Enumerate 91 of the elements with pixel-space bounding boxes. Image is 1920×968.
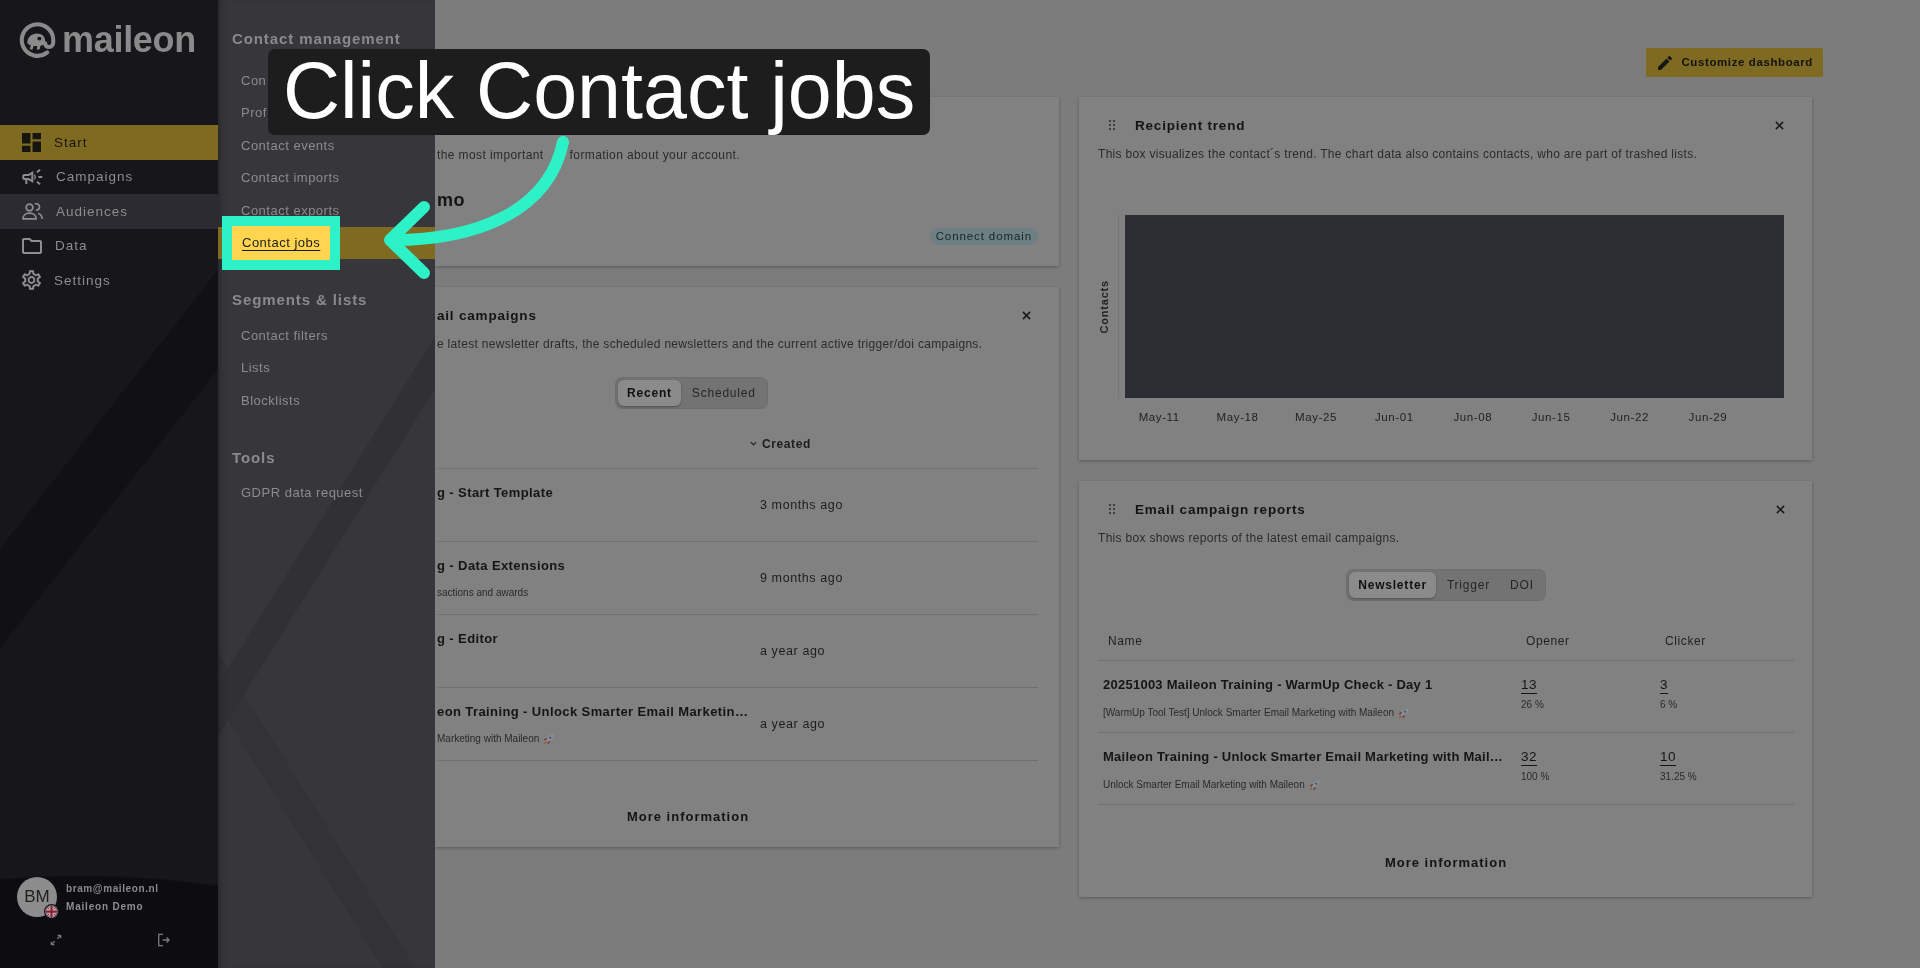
close-icon[interactable] bbox=[1776, 504, 1785, 514]
created-date: 3 months ago bbox=[760, 498, 843, 512]
segment-tab[interactable]: Newsletter bbox=[1349, 572, 1436, 598]
submenu-item[interactable]: Contact exports bbox=[241, 202, 340, 218]
description-text: the most important bbox=[437, 147, 544, 163]
column-header: Name bbox=[1107, 633, 1143, 648]
submenu-item[interactable]: Prof bbox=[241, 105, 267, 121]
opener-rate: 26 % bbox=[1521, 699, 1544, 710]
axis-tick-label: May-11 bbox=[1138, 411, 1180, 423]
more-information-link[interactable]: More information bbox=[626, 808, 750, 826]
created-date: 9 months ago bbox=[760, 571, 843, 585]
nav-item[interactable]: Data bbox=[0, 228, 218, 263]
connect-domain-button[interactable]: Connect domain bbox=[929, 228, 1038, 245]
customize-dashboard-button[interactable]: Customize dashboard bbox=[1646, 48, 1823, 77]
clicker-count-link[interactable]: 10 bbox=[1660, 748, 1677, 766]
submenu-item[interactable]: Lists bbox=[241, 360, 271, 376]
campaign-subject: Unlock Smarter Email Marketing with Maileon bbox=[1103, 779, 1305, 791]
submenu-item[interactable]: Contact imports bbox=[241, 170, 340, 186]
submenu-item[interactable]: Contact jobs bbox=[232, 225, 331, 260]
avatar: BM bbox=[17, 877, 57, 917]
nav-item[interactable]: Campaigns bbox=[0, 159, 218, 194]
campaign-name: g - Data Extensions bbox=[437, 557, 567, 575]
megaphone-icon bbox=[22, 168, 43, 185]
axis-tick-label: May-25 bbox=[1295, 411, 1337, 423]
section-heading: Contact management bbox=[231, 31, 402, 47]
submenu-item[interactable]: GDPR data request bbox=[241, 485, 363, 501]
logout-icon[interactable] bbox=[157, 933, 170, 947]
nav-item[interactable]: Audiences bbox=[0, 194, 218, 229]
column-header: Clicker bbox=[1664, 633, 1706, 648]
settings-icon bbox=[22, 270, 41, 291]
user-email: bram@maileon.nl bbox=[66, 882, 159, 894]
submenu-item[interactable]: Contact filters bbox=[241, 327, 328, 343]
card-title: Recipient trend bbox=[1135, 117, 1246, 133]
axis-tick-label: Jun-29 bbox=[1688, 411, 1728, 423]
campaign-name: Maileon Training - Unlock Smarter Email Marketing with Mail… bbox=[1103, 748, 1505, 766]
clicker-count-link[interactable]: 3 bbox=[1660, 676, 1668, 694]
campaign-subject: [WarmUp Tool Test] Unlock Smarter Email Marketing with Maileon bbox=[1103, 707, 1395, 719]
campaign-name: g - Editor bbox=[437, 630, 500, 648]
instruction-callout: Click Contact jobs bbox=[268, 49, 931, 135]
account-title: mo bbox=[437, 189, 465, 211]
section-heading: Segments & lists bbox=[231, 292, 369, 308]
segment-tab[interactable]: DOI bbox=[1501, 572, 1543, 598]
column-header: Opener bbox=[1525, 633, 1570, 648]
more-information-link[interactable]: More information bbox=[1384, 854, 1508, 872]
close-icon[interactable] bbox=[1775, 120, 1784, 130]
drag-handle-icon[interactable] bbox=[1109, 504, 1115, 514]
card-title: ail campaigns bbox=[437, 307, 537, 323]
card-title: Email campaign reports bbox=[1135, 501, 1306, 517]
submenu-item[interactable]: Contact events bbox=[241, 137, 335, 153]
axis-tick-label: Jun-08 bbox=[1453, 411, 1493, 423]
card-description: e latest newsletter drafts, the scheduled newsletters and the current active trigger/doi campaigns. bbox=[437, 336, 984, 352]
flag-icon bbox=[44, 904, 59, 919]
clicker-rate: 31.25 % bbox=[1660, 771, 1697, 782]
card-description: This box shows reports of the latest email campaigns. bbox=[1098, 530, 1401, 546]
campaign-name: g - Start Template bbox=[437, 484, 555, 502]
clicker-rate: 6 % bbox=[1660, 699, 1678, 710]
nav-item[interactable]: Settings bbox=[0, 263, 218, 298]
segment-tab[interactable]: Scheduled bbox=[682, 380, 765, 406]
description-text: formation about your account. bbox=[569, 147, 740, 163]
card-description: This box visualizes the contact´s trend. The chart data also contains contacts, who are part of trashed lists. bbox=[1098, 146, 1699, 162]
column-header: Created bbox=[762, 436, 811, 451]
axis-tick-label: May-18 bbox=[1216, 411, 1259, 423]
created-date: a year ago bbox=[760, 717, 826, 731]
people-icon bbox=[22, 202, 43, 220]
campaign-subject: sactions and awards bbox=[437, 587, 529, 599]
axis-tick-label: Jun-22 bbox=[1610, 411, 1649, 423]
folder-icon bbox=[22, 237, 42, 254]
account-name: Maileon Demo bbox=[66, 900, 145, 912]
campaign-name: eon Training - Unlock Smarter Email Marketin… bbox=[437, 703, 750, 721]
submenu-item[interactable]: Con bbox=[241, 72, 267, 88]
segment-tab[interactable]: Recent bbox=[618, 380, 681, 406]
axis-label: Contacts bbox=[1098, 279, 1110, 334]
created-date: a year ago bbox=[760, 644, 826, 658]
logo-icon bbox=[19, 21, 56, 58]
axis-tick-label: Jun-15 bbox=[1531, 411, 1571, 423]
close-icon[interactable] bbox=[1022, 310, 1031, 320]
axis-tick-label: Jun-01 bbox=[1375, 411, 1414, 423]
logo-text: maileon bbox=[62, 21, 196, 58]
segment-tab[interactable]: Trigger bbox=[1437, 572, 1500, 598]
opener-count-link[interactable]: 13 bbox=[1521, 676, 1538, 694]
pencil-icon bbox=[1658, 55, 1673, 70]
submenu-item[interactable]: Blocklists bbox=[241, 392, 301, 408]
drag-handle-icon[interactable] bbox=[1109, 120, 1115, 130]
campaign-subject: Marketing with Maileon bbox=[437, 733, 540, 745]
expand-arrows-icon[interactable] bbox=[50, 934, 62, 946]
opener-count-link[interactable]: 32 bbox=[1521, 748, 1538, 766]
section-heading: Tools bbox=[231, 449, 277, 466]
opener-rate: 100 % bbox=[1521, 771, 1550, 782]
campaign-name: 20251003 Maileon Training - WarmUp Check - Day 1 bbox=[1103, 676, 1434, 694]
nav-item[interactable]: Start bbox=[0, 125, 218, 160]
dashboard-icon bbox=[22, 132, 41, 152]
